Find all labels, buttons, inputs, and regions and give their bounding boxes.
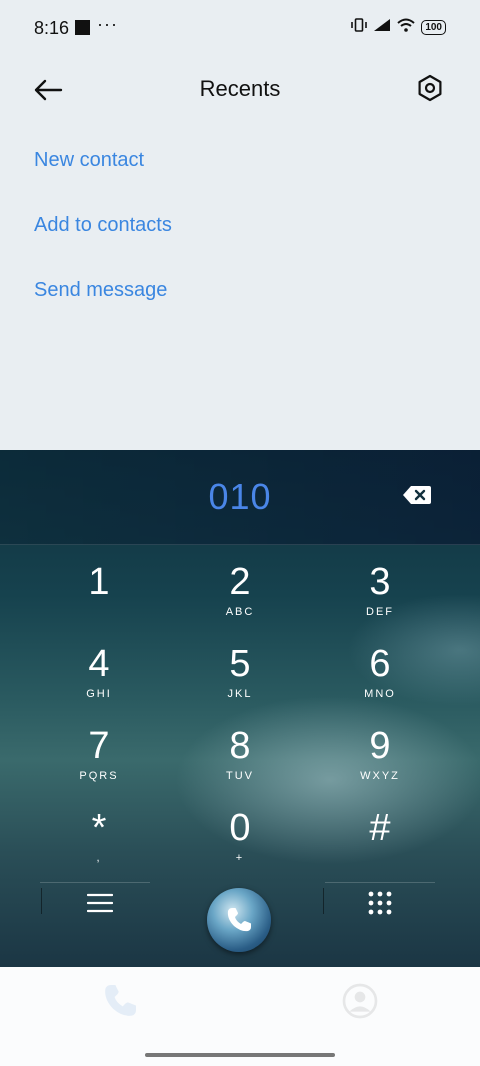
key-2[interactable]: 2 ABC [170,552,310,634]
key-hash[interactable]: # [310,798,450,880]
battery-icon: 100 [421,20,446,35]
phone-call-icon [227,908,251,932]
key-letters: TUV [226,770,254,782]
key-letters: GHI [86,688,112,700]
settings-button[interactable] [410,68,450,108]
dialer-panel: 010 1 2 ABC 3 DEF 4 GHI 5 JKL 6 MNO 7 PQ… [0,450,480,967]
divider [40,882,150,883]
digits-display: 010 [0,450,480,545]
key-6[interactable]: 6 MNO [310,634,450,716]
key-letters: WXYZ [360,770,400,782]
app-header: Recents [0,56,480,122]
key-letters: PQRS [79,770,119,782]
dialpad-toggle-button[interactable] [360,886,400,920]
status-bar: 8:16 ··· 100 [0,0,480,56]
phone-icon [105,985,136,1016]
menu-button[interactable] [80,888,120,918]
notification-square-icon [75,20,90,35]
dialpad-grid-icon [368,891,392,915]
backspace-button[interactable] [402,484,432,506]
hexagon-gear-icon [418,74,442,102]
send-message-link[interactable]: Send message [34,279,167,302]
add-to-contacts-link[interactable]: Add to contacts [34,214,172,237]
key-letters: , [96,852,102,864]
person-icon [342,983,378,1019]
key-digit: 9 [369,725,391,767]
status-icons: 100 [351,18,446,37]
key-digit: # [369,807,391,849]
tab-recents[interactable] [100,981,140,1021]
key-1[interactable]: 1 [29,552,169,634]
key-digit: 7 [88,725,110,767]
new-contact-link[interactable]: New contact [34,149,144,172]
backspace-icon [403,486,431,504]
key-digit: 1 [88,561,110,603]
key-digit: 8 [229,725,251,767]
key-digit: 6 [369,643,391,685]
key-9[interactable]: 9 WXYZ [310,716,450,798]
status-time: 8:16 [34,18,70,38]
key-0[interactable]: 0 + [170,798,310,880]
key-4[interactable]: 4 GHI [29,634,169,716]
vibrate-icon [351,18,368,37]
key-letters: + [235,852,245,864]
divider [323,888,324,914]
key-letters: MNO [364,688,396,700]
key-digit: 2 [229,561,251,603]
tab-contacts[interactable] [340,981,380,1021]
key-7[interactable]: 7 PQRS [29,716,169,798]
key-digit: 0 [229,807,251,849]
divider [41,888,42,914]
hamburger-menu-icon [87,893,113,913]
divider [325,882,435,883]
home-indicator[interactable] [145,1053,335,1057]
key-star[interactable]: * , [29,798,169,880]
key-letters: ABC [225,606,255,618]
key-3[interactable]: 3 DEF [310,552,450,634]
dialer-controls [0,882,480,967]
call-button[interactable] [207,888,271,952]
wifi-icon [397,18,415,37]
key-8[interactable]: 8 TUV [170,716,310,798]
key-digit: * [91,807,107,849]
key-letters: JKL [227,688,253,700]
key-letters: DEF [366,606,394,618]
page-title: Recents [199,76,281,101]
key-digit: 4 [88,643,110,685]
signal-icon [373,18,391,37]
key-digit: 5 [229,643,251,685]
bottom-nav [0,967,480,1066]
key-5[interactable]: 5 JKL [170,634,310,716]
more-notifications-indicator: ··· [97,14,118,34]
key-digit: 3 [369,561,391,603]
